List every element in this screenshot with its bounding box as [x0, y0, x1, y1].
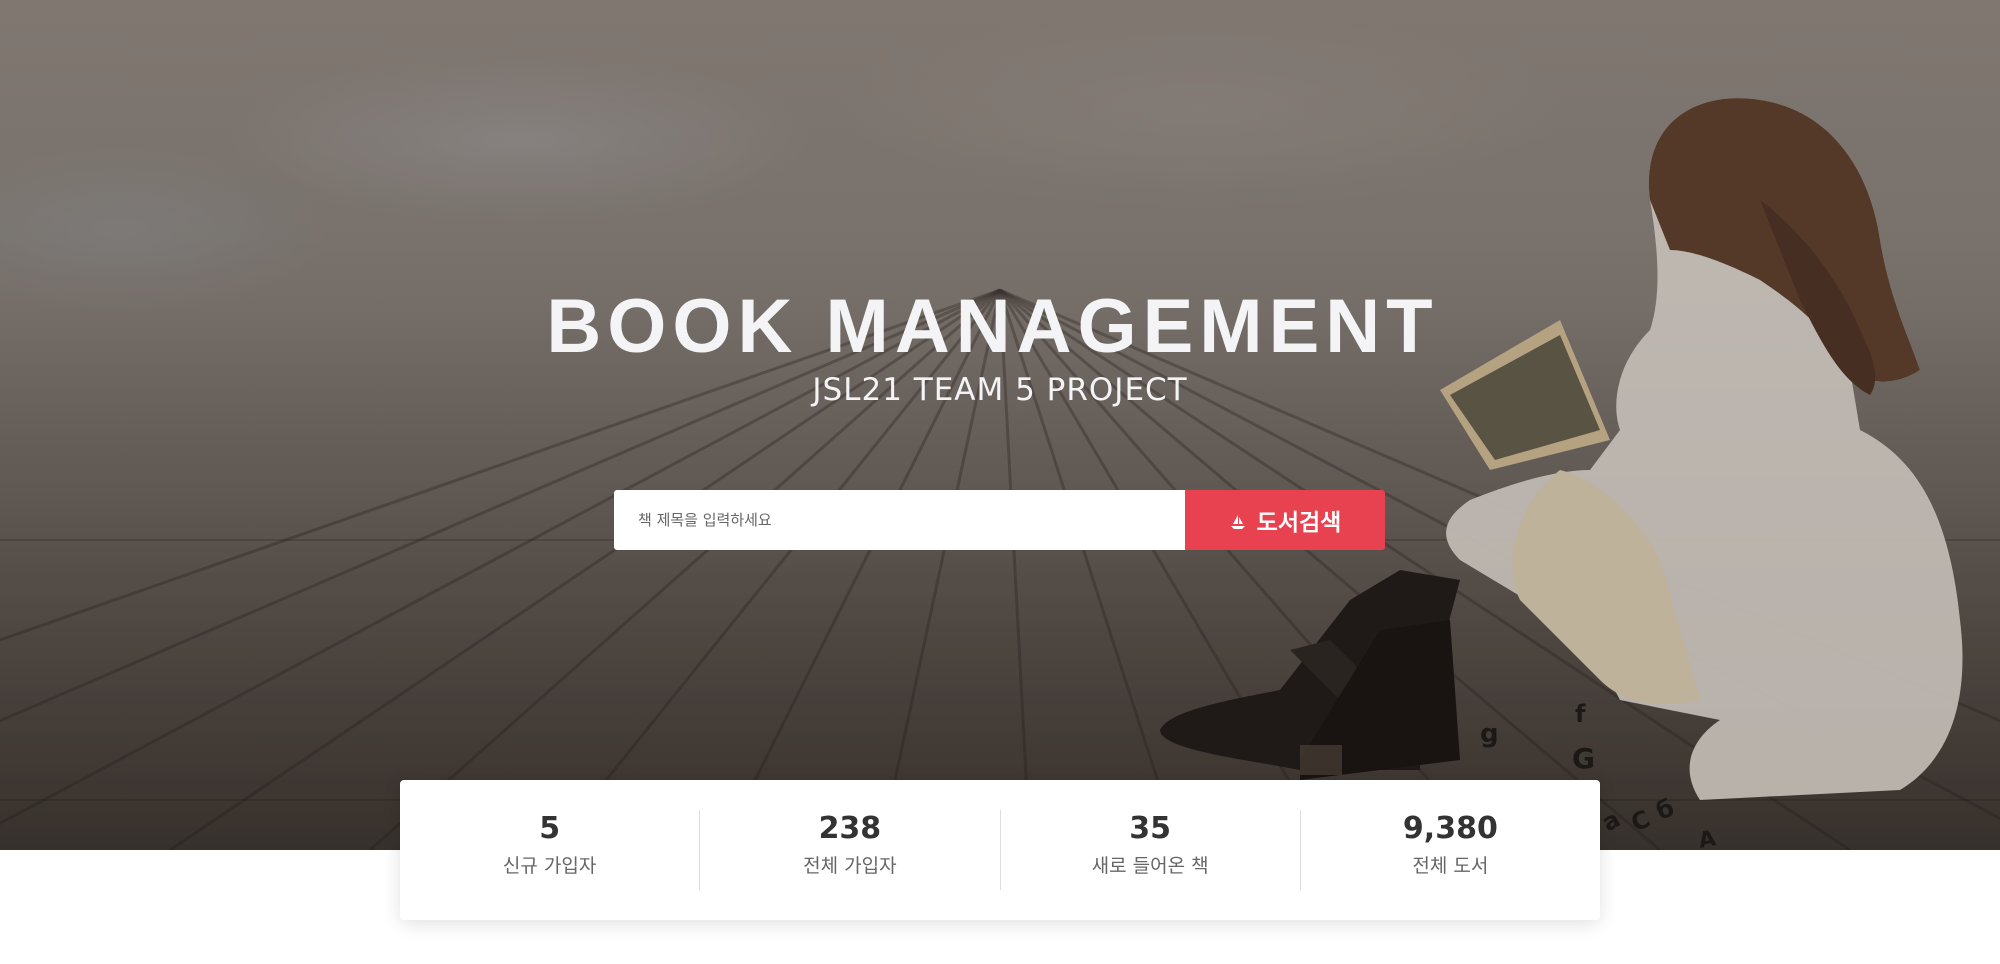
page-subtitle: JSL21 TEAM 5 PROJECT: [812, 372, 1188, 408]
stat-label: 전체 도서: [1412, 855, 1489, 877]
stat-label: 전체 가입자: [803, 855, 897, 877]
book-title-search-input[interactable]: [614, 490, 1185, 550]
book-search-button[interactable]: 도서검색: [1185, 490, 1385, 550]
stat-label: 신규 가입자: [502, 855, 597, 877]
book-search-button-label: 도서검색: [1256, 510, 1342, 536]
hero-overlay: [0, 0, 2000, 850]
stats-panel: 5 신규 가입자 238 전체 가입자 35 새로 들어온 책 9,380 전체…: [400, 780, 1600, 920]
stat-new-members: 5 신규 가입자: [400, 810, 701, 890]
book-search-form: 도서검색: [614, 490, 1385, 550]
stat-value: 238: [818, 811, 882, 846]
stat-total-books: 9,380 전체 도서: [1301, 810, 1600, 890]
hero-section: f g G a C б A: [0, 0, 2000, 850]
stat-total-members: 238 전체 가입자: [700, 810, 1001, 890]
stat-value: 5: [539, 811, 561, 846]
stat-value: 35: [1129, 811, 1171, 846]
stat-new-books: 35 새로 들어온 책: [1001, 810, 1301, 890]
stat-label: 새로 들어온 책: [1091, 855, 1209, 877]
boat-icon: [1229, 511, 1247, 529]
stat-value: 9,380: [1402, 811, 1498, 846]
page-title: BOOK MANAGEMENT: [546, 284, 1439, 369]
